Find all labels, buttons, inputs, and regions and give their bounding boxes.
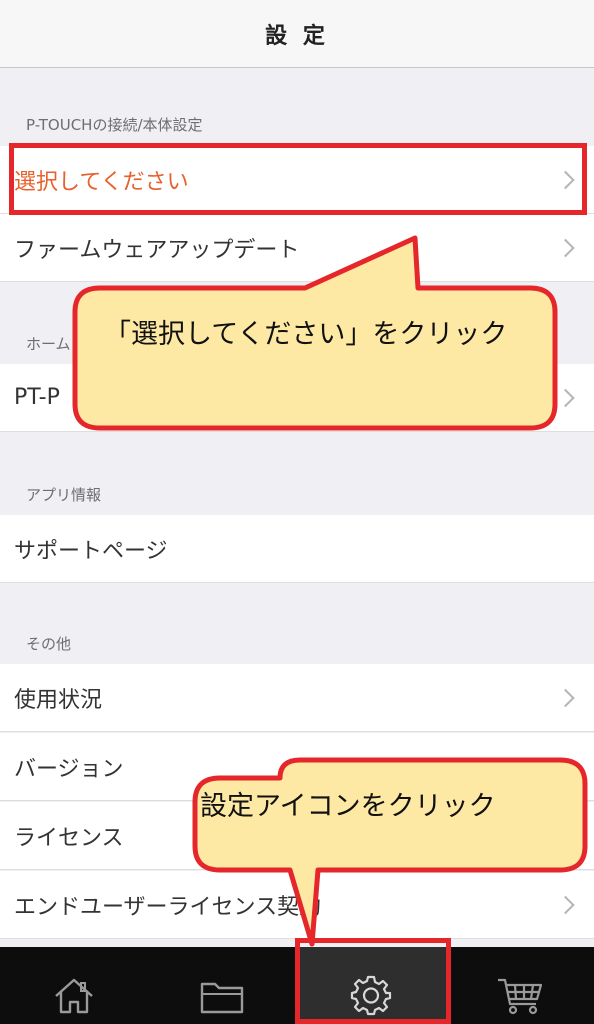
row-label: バージョン bbox=[14, 756, 124, 782]
row-usage[interactable]: 使用状況 bbox=[0, 664, 594, 732]
section-label-app-info: アプリ情報 bbox=[26, 486, 102, 504]
folder-icon bbox=[200, 982, 244, 1014]
tab-home[interactable] bbox=[0, 947, 148, 1024]
chevron-right-icon bbox=[556, 238, 575, 257]
section-label-home: ホーム bbox=[26, 335, 71, 353]
row-label: エンドユーザーライセンス契約 bbox=[14, 894, 322, 920]
tab-files[interactable] bbox=[148, 947, 296, 1024]
chevron-right-icon bbox=[556, 388, 575, 407]
section-label-ptouch: P-TOUCHの接続/本体設定 bbox=[26, 116, 203, 134]
row-ptp[interactable]: PT-P bbox=[0, 364, 594, 432]
row-label: 使用状況 bbox=[14, 687, 103, 713]
row-select-printer[interactable]: 選択してください bbox=[0, 146, 594, 214]
section-label-other: その他 bbox=[26, 635, 72, 653]
tab-settings[interactable] bbox=[296, 947, 446, 1024]
chevron-right-icon bbox=[556, 688, 575, 707]
row-label: ライセンス bbox=[14, 825, 124, 851]
cart-icon bbox=[498, 978, 543, 1015]
tab-store[interactable] bbox=[446, 947, 594, 1024]
gear-icon bbox=[350, 975, 392, 1016]
page-title: 設 定 bbox=[265, 23, 329, 49]
home-icon bbox=[55, 978, 93, 1014]
row-label: ファームウェアアップデート bbox=[14, 237, 300, 263]
row-label: PT-P bbox=[14, 385, 60, 410]
row-firmware-update[interactable]: ファームウェアアップデート bbox=[0, 214, 594, 282]
chevron-right-icon bbox=[556, 895, 575, 914]
callout-settings-text: 設定アイコンをクリック bbox=[200, 791, 496, 822]
row-label: 選択してください bbox=[14, 169, 189, 195]
nav-header: 設 定 bbox=[0, 0, 594, 68]
row-eula[interactable]: エンドユーザーライセンス契約 bbox=[0, 871, 594, 939]
chevron-right-icon bbox=[556, 170, 575, 189]
row-support-page[interactable]: サポートページ bbox=[0, 515, 594, 583]
callout-select-text: 「選択してください」をクリック bbox=[104, 319, 508, 350]
row-label: サポートページ bbox=[14, 538, 168, 564]
tab-bar bbox=[0, 947, 594, 1024]
